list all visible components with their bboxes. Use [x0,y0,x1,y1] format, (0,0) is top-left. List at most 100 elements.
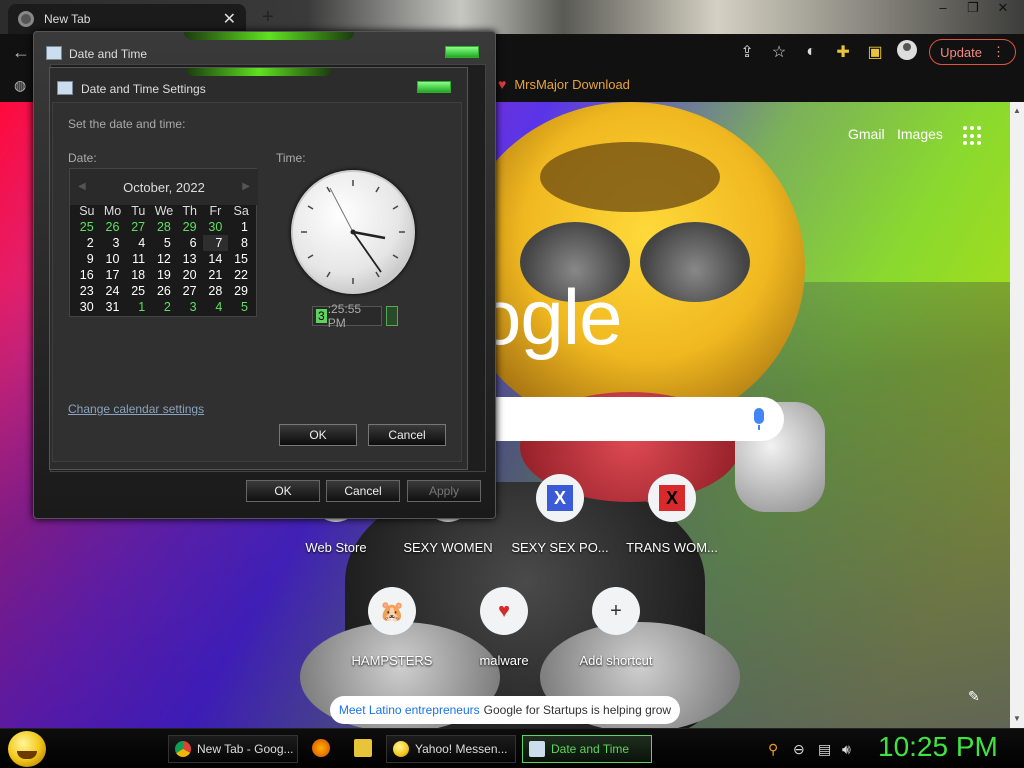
calendar-day[interactable]: 26 [151,283,177,299]
shortcut-sexy-sex-po[interactable]: X SEXY SEX PO... [504,474,616,555]
calendar-day[interactable]: 16 [74,267,100,283]
ok-button[interactable]: OK [279,424,357,446]
network-icon[interactable]: ▤ [818,741,831,758]
microphone-icon[interactable] [754,408,764,430]
ok-button[interactable]: OK [246,480,320,502]
calendar-day[interactable]: 19 [151,267,177,283]
scroll-up-icon[interactable]: ▲ [1013,106,1021,115]
cancel-button[interactable]: Cancel [368,424,446,446]
side-panel-icon[interactable]: ▣ [859,42,891,62]
calendar-day[interactable]: 8 [228,235,254,251]
calendar-day[interactable]: 12 [151,251,177,267]
bookmark-mrsmajor[interactable]: ♥ MrsMajor Download [498,76,630,92]
calendar-day[interactable]: 4 [125,235,151,251]
more-menu-icon[interactable]: ⋮ [992,44,1005,60]
calendar-day[interactable]: 1 [228,219,254,235]
calendar-day[interactable]: 2 [151,299,177,315]
calendar-day[interactable]: 29 [228,283,254,299]
calendar-day[interactable]: 29 [177,219,203,235]
calendar-day[interactable]: 23 [74,283,100,299]
start-button[interactable] [8,731,46,767]
taskbar-date-time[interactable]: Date and Time [522,735,652,763]
calendar-day[interactable]: 1 [125,299,151,315]
calendar-day[interactable]: 28 [151,219,177,235]
folder-icon[interactable] [354,739,372,757]
calendar-day[interactable]: 20 [177,267,203,283]
close-window-icon[interactable]: ✕ [988,0,1018,18]
time-hour[interactable]: 3 [316,309,327,323]
calendar-day[interactable]: 22 [228,267,254,283]
new-tab-button[interactable]: + [262,6,274,29]
close-button[interactable] [445,46,479,58]
restore-icon[interactable]: ❐ [958,0,988,18]
volume-icon[interactable]: 🔊︎ [842,741,851,758]
calendar-day[interactable]: 21 [203,267,229,283]
profile-avatar[interactable] [891,39,923,65]
calendar-day[interactable]: 13 [177,251,203,267]
calendar-day[interactable]: 15 [228,251,254,267]
calendar-day[interactable]: 11 [125,251,151,267]
google-apps-icon[interactable] [963,126,983,146]
extension-flag-icon[interactable]: ◐ [795,43,827,61]
calendar-day[interactable]: 18 [125,267,151,283]
tab-new-tab[interactable]: New Tab ✕ [8,4,246,34]
month-year[interactable]: October, 2022 [123,180,205,195]
close-icon[interactable]: ✕ [223,9,236,29]
promo-banner[interactable]: Meet Latino entrepreneurs Google for Sta… [330,696,680,724]
calendar-day[interactable]: 5 [228,299,254,315]
share-icon[interactable]: ⇪ [731,42,763,62]
calendar-day[interactable]: 25 [74,219,100,235]
shortcut-add[interactable]: + Add shortcut [560,587,672,668]
calendar-day[interactable]: 30 [74,299,100,315]
calendar-day[interactable]: 7 [202,235,229,251]
next-month-icon[interactable]: ▶ [242,181,250,192]
scrollbar[interactable]: ▲ ▼ [1010,102,1024,728]
calendar-day[interactable]: 27 [125,219,151,235]
calendar-day[interactable]: 2 [74,235,100,251]
pencil-icon[interactable]: ✎ [968,688,980,705]
globe-icon[interactable]: ◍ [14,77,26,94]
calendar-day[interactable]: 6 [177,235,203,251]
update-button[interactable]: Update ⋮ [929,39,1016,65]
scroll-down-icon[interactable]: ▼ [1013,714,1021,723]
taskbar-clock[interactable]: 10:25 PM [878,731,998,763]
calendar-day[interactable]: 14 [203,251,229,267]
calendar-day[interactable]: 24 [100,283,126,299]
cancel-button[interactable]: Cancel [326,480,400,502]
calendar-day[interactable]: 25 [125,283,151,299]
calendar-day[interactable]: 9 [74,251,100,267]
calendar-day[interactable]: 28 [203,283,229,299]
gmail-link[interactable]: Gmail [848,126,885,142]
change-calendar-settings-link[interactable]: Change calendar settings [68,402,204,416]
calendar-day[interactable]: 10 [100,251,126,267]
minimize-icon[interactable]: – [928,0,958,18]
calendar-day[interactable]: 30 [203,219,229,235]
calendar-day[interactable]: 5 [151,235,177,251]
calendar-day[interactable]: 4 [203,299,229,315]
prev-month-icon[interactable]: ◀ [78,181,86,192]
calendar-header[interactable]: ◀ October, 2022 ▶ [70,169,258,205]
puzzle-icon[interactable]: ✚ [827,42,859,62]
close-button[interactable] [417,81,451,93]
messenger-tray-icon[interactable]: ⊖ [793,741,805,758]
calendar[interactable]: ◀ October, 2022 ▶ Su Mo Tu We Th Fr Sa 25 26 27 28… [69,168,258,317]
calendar-day[interactable]: 27 [177,283,203,299]
bookmark-star-icon[interactable]: ☆ [763,42,795,62]
firefox-icon[interactable] [312,739,330,757]
calendar-day[interactable]: 3 [177,299,203,315]
time-input[interactable]: 3 :25:55 PM [312,302,382,330]
taskbar-yahoo-messenger[interactable]: Yahoo! Messen... [386,735,516,763]
taskbar-chrome[interactable]: New Tab - Goog... [168,735,298,763]
calendar-day[interactable]: 26 [100,219,126,235]
time-spinner[interactable] [386,306,398,326]
calendar-day[interactable]: 3 [100,235,126,251]
search-input[interactable] [492,397,784,441]
shortcut-malware[interactable]: ♥ malware [448,587,560,668]
calendar-day[interactable]: 17 [100,267,126,283]
shortcut-trans-wom[interactable]: X TRANS WOM... [616,474,728,555]
calendar-day[interactable]: 31 [100,299,126,315]
search-icon[interactable]: ⚲ [768,741,778,758]
shortcut-hampsters[interactable]: 🐹 HAMPSTERS [336,587,448,668]
time-rest[interactable]: :25:55 PM [328,302,381,330]
images-link[interactable]: Images [897,126,943,142]
